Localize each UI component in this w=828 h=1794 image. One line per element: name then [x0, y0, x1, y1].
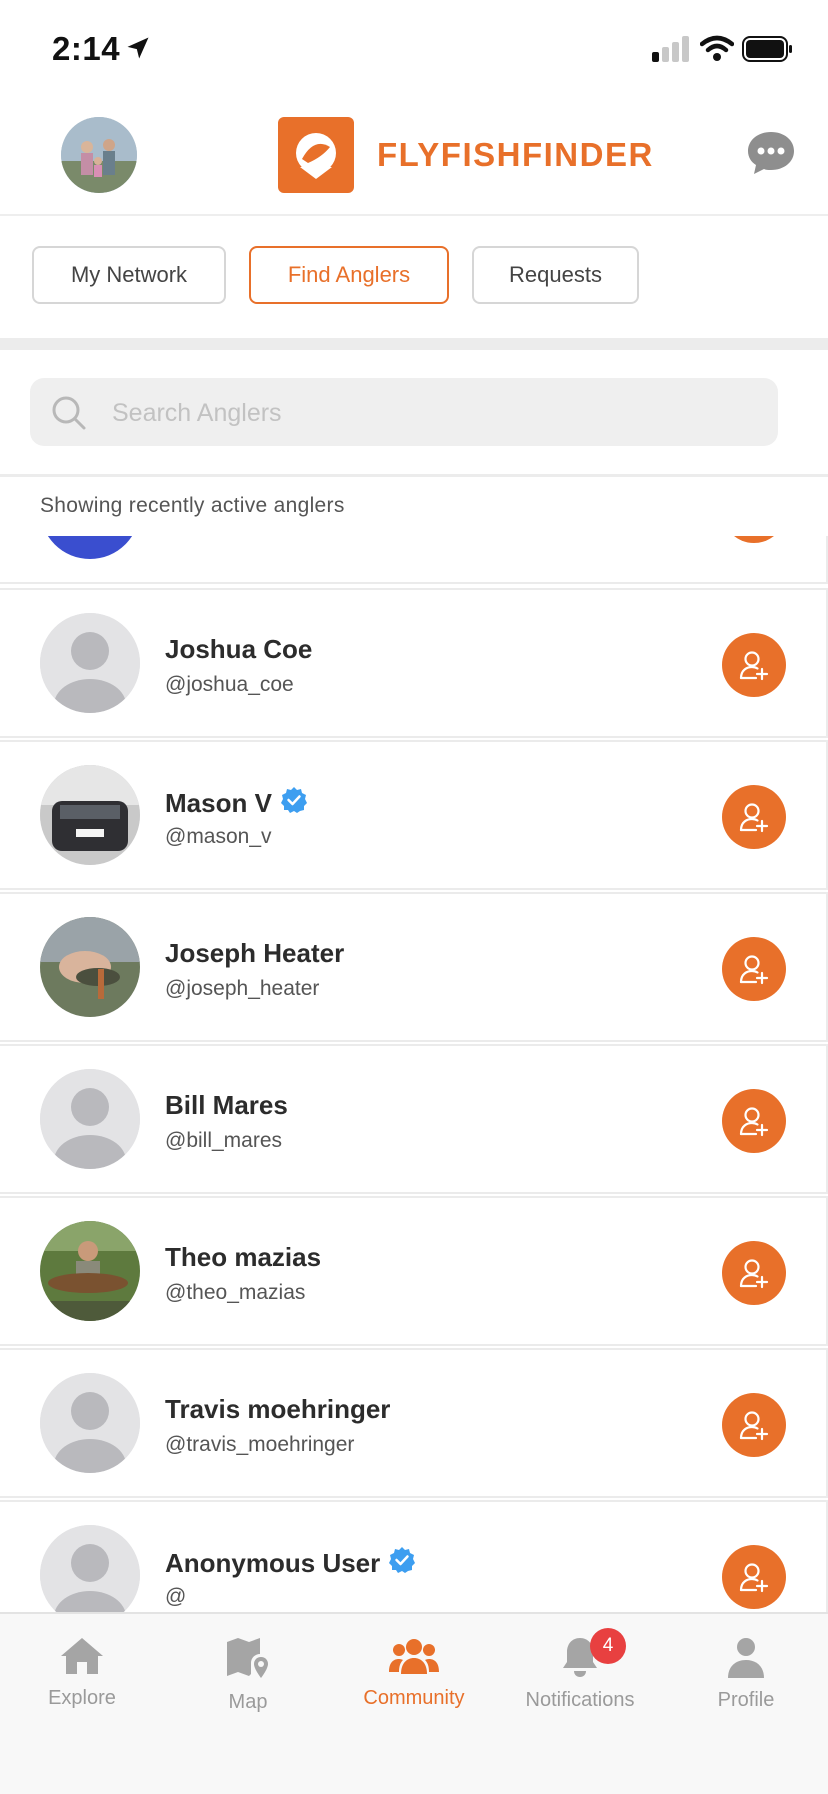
angler-name[interactable]: Joshua Coe: [165, 634, 312, 665]
avatar: [40, 1525, 140, 1612]
avatar: [40, 917, 140, 1017]
house-icon: [61, 1638, 103, 1674]
add-friend-button[interactable]: [722, 633, 786, 697]
battery-icon: [742, 36, 794, 67]
status-time: 2:14: [52, 30, 121, 67]
add-person-icon: [739, 1411, 769, 1441]
angler-handle: @joseph_heater: [165, 977, 320, 1000]
angler-name[interactable]: Travis moehringer: [165, 1394, 390, 1425]
cell-signal-icon: [652, 36, 690, 67]
nav-notifications[interactable]: 4 Notifications: [500, 1628, 660, 1712]
map-icon: [227, 1638, 268, 1678]
list-item[interactable]: Mason V @mason_v: [0, 740, 828, 890]
avatar: [40, 1069, 140, 1169]
tab-my-network[interactable]: My Network: [32, 246, 226, 304]
list-notice: Showing recently active anglers: [40, 494, 345, 517]
search-box[interactable]: [30, 378, 778, 446]
app-header: FLYFISHFINDER: [0, 100, 828, 216]
angler-handle: @bill_mares: [165, 1129, 283, 1152]
angler-name[interactable]: Bill Mares: [165, 1090, 288, 1121]
add-friend-button[interactable]: [722, 1241, 786, 1305]
add-person-icon: [739, 1259, 769, 1289]
location-arrow-icon: [124, 34, 152, 67]
notification-count-badge: 4: [590, 1628, 626, 1664]
add-friend-button[interactable]: [722, 1089, 786, 1153]
list-item[interactable]: Anonymous User @: [0, 1500, 828, 1612]
avatar: [40, 536, 140, 559]
avatar: [40, 1373, 140, 1473]
add-person-icon: [739, 1107, 769, 1137]
verified-badge-icon: [388, 1546, 416, 1581]
angler-name[interactable]: Mason V: [165, 786, 308, 821]
app-logo: [278, 117, 354, 193]
avatar: [40, 765, 140, 865]
angler-handle: @mason_v: [165, 825, 272, 848]
list-item[interactable]: Joshua Coe @joshua_coe: [0, 588, 828, 738]
search-input[interactable]: [110, 388, 754, 438]
angler-handle: @joshua_coe: [165, 673, 294, 696]
add-person-icon: [739, 651, 769, 681]
bottom-nav: Explore Map Community 4 Notifications Pr…: [0, 1612, 828, 1794]
list-item-partial: [0, 536, 828, 584]
add-friend-button[interactable]: [722, 536, 786, 543]
divider: [0, 474, 828, 477]
angler-name[interactable]: Joseph Heater: [165, 938, 344, 969]
nav-profile[interactable]: Profile: [666, 1636, 826, 1712]
angler-handle: @travis_moehringer: [165, 1433, 355, 1456]
search-icon: [50, 394, 88, 437]
add-person-icon: [739, 955, 769, 985]
nav-map[interactable]: Map: [168, 1636, 328, 1714]
add-person-icon: [739, 1563, 769, 1593]
add-friend-button[interactable]: [722, 1545, 786, 1609]
divider: [0, 338, 828, 350]
add-friend-button[interactable]: [722, 785, 786, 849]
verified-badge-icon: [280, 786, 308, 821]
angler-list[interactable]: Joshua Coe @joshua_coe Mason V @mason_v …: [0, 536, 828, 1612]
angler-name[interactable]: Theo mazias: [165, 1242, 321, 1273]
my-avatar[interactable]: [61, 117, 137, 193]
add-person-icon: [739, 803, 769, 833]
tab-requests[interactable]: Requests: [472, 246, 639, 304]
add-friend-button[interactable]: [722, 937, 786, 1001]
nav-explore[interactable]: Explore: [2, 1636, 162, 1710]
brand-name: FLYFISHFINDER: [377, 136, 654, 173]
angler-name[interactable]: Anonymous User: [165, 1546, 416, 1581]
list-item[interactable]: Theo mazias @theo_mazias: [0, 1196, 828, 1346]
status-bar: 2:14: [0, 0, 828, 100]
angler-handle: @: [165, 1585, 187, 1608]
list-item[interactable]: Bill Mares @bill_mares: [0, 1044, 828, 1194]
person-icon: [728, 1638, 764, 1678]
tab-find-anglers[interactable]: Find Anglers: [249, 246, 449, 304]
wifi-icon: [699, 34, 735, 67]
avatar: [40, 613, 140, 713]
angler-handle: @theo_mazias: [165, 1281, 306, 1304]
list-item[interactable]: Joseph Heater @joseph_heater: [0, 892, 828, 1042]
avatar: [40, 1221, 140, 1321]
network-tabs: My Network Find Anglers Requests: [0, 216, 828, 338]
nav-community[interactable]: Community: [334, 1636, 494, 1710]
add-friend-button[interactable]: [722, 1393, 786, 1457]
list-item[interactable]: Travis moehringer @travis_moehringer: [0, 1348, 828, 1498]
chat-icon[interactable]: [746, 130, 796, 181]
community-icon: [389, 1639, 439, 1674]
